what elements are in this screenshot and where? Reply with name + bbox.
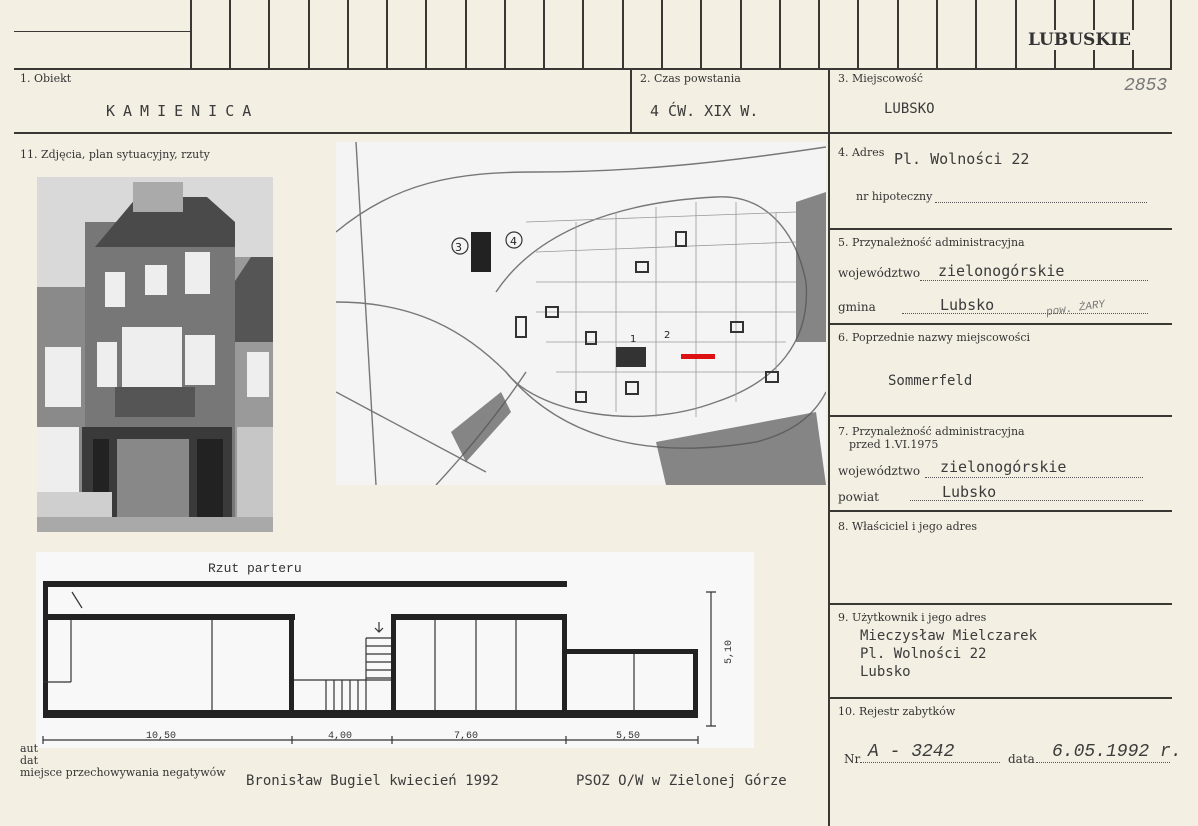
data-label: data	[1008, 752, 1035, 766]
powiat-value: Lubsko	[942, 483, 997, 501]
uzytkownik-label: 9. Użytkownik i jego adres	[838, 611, 987, 624]
card-number: 2853	[1124, 76, 1168, 96]
wojewodztwo-value: zielonogórskie	[938, 262, 1065, 280]
floor-plan: Rzut parteru 10,50 4,00 7,60 5,50 5,10	[36, 552, 754, 748]
row1-divider-a	[630, 68, 632, 134]
wojewodztwo-dots	[920, 280, 1148, 281]
gmina-label: gmina	[838, 300, 876, 314]
poprzednie-value: Sommerfeld	[888, 373, 973, 389]
map-marker-1: 1	[630, 334, 636, 345]
wojewodztwo2-value: zielonogórskie	[940, 458, 1067, 476]
data-value: 6.05.1992 r.	[1052, 742, 1182, 762]
hipoteczny-dots	[935, 202, 1147, 203]
uzytkownik-line-2: Pl. Wolności 22	[860, 646, 987, 662]
czas-label: 2. Czas powstania	[640, 72, 741, 85]
hipoteczny-label: nr hipoteczny	[856, 190, 933, 203]
nr-value: A - 3242	[868, 742, 955, 762]
adres-label: 4. Adres	[838, 146, 885, 159]
map-marker-4: 4	[510, 235, 517, 248]
rejestr-label: 10. Rejestr zabytków	[838, 705, 956, 718]
uzytkownik-line-3: Lubsko	[860, 664, 911, 680]
przed-label: 7. Przynależność administracyjna	[838, 425, 1025, 438]
gmina-dots	[902, 313, 1148, 314]
plan-dim-1: 10,50	[146, 731, 176, 742]
wlasciciel-label: 8. Właściciel i jego adres	[838, 520, 978, 533]
plan-dim-3: 7,60	[454, 731, 478, 742]
plan-height-dim: 5,10	[724, 640, 735, 664]
sec8-bottom	[828, 603, 1172, 605]
nr-label: Nr	[844, 752, 861, 766]
plan-title: Rzut parteru	[208, 561, 302, 576]
sec6-bottom	[828, 415, 1172, 417]
wojewodztwo2-dots	[925, 477, 1143, 478]
obiekt-value: KAMIENICA	[106, 102, 260, 120]
poprzednie-label: 6. Poprzednie nazwy miejscowości	[838, 331, 1031, 344]
row1-divider-b	[828, 68, 830, 826]
sec4-bottom	[828, 228, 1172, 230]
przed-sub: przed 1.VI.1975	[849, 438, 939, 451]
plan-dim-4: 5,50	[616, 731, 640, 742]
przynaleznosc-label: 5. Przynależność administracyjna	[838, 236, 1025, 249]
czas-value: 4 ĆW. XIX W.	[650, 102, 759, 120]
site-plan-map: 3 4 1 2	[336, 142, 826, 485]
wojewodztwo2-label: województwo	[838, 464, 921, 478]
adres-value: Pl. Wolności 22	[894, 150, 1030, 168]
powiat-label: powiat	[838, 490, 879, 504]
plan-dim-2: 4,00	[328, 731, 352, 742]
zdjecia-label: 11. Zdjęcia, plan sytuacyjny, rzuty	[20, 148, 210, 161]
uzytkownik-line-1: Mieczysław Mielczarek	[860, 628, 1038, 644]
gmina-value: Lubsko	[940, 296, 995, 314]
data-dots	[1036, 762, 1170, 763]
miejscowosc-label: 3. Miejscowość	[838, 72, 923, 85]
header-divider	[14, 68, 1172, 70]
region-label: LUBUSKIE	[1022, 30, 1138, 50]
gmina-note: pow. ŻARY	[1045, 298, 1106, 320]
building-photo	[37, 177, 273, 532]
top-ruler	[0, 0, 1198, 70]
sec7-bottom	[828, 510, 1172, 512]
sec9-bottom	[828, 697, 1172, 699]
sec5-bottom	[828, 323, 1172, 325]
map-marker-2: 2	[664, 330, 670, 341]
negatives-label: miejsce przechowywania negatywów	[20, 766, 226, 779]
nr-dots	[860, 762, 1000, 763]
map-marker-3: 3	[455, 241, 462, 254]
powiat-dots	[910, 500, 1143, 501]
institution: PSOZ O/W w Zielonej Górze	[576, 773, 787, 789]
row1-bottom	[14, 132, 1172, 134]
author-line: Bronisław Bugiel kwiecień 1992	[246, 773, 499, 789]
obiekt-label: 1. Obiekt	[20, 72, 72, 85]
miejscowosc-value: LUBSKO	[884, 101, 935, 117]
wojewodztwo-label: województwo	[838, 266, 921, 280]
